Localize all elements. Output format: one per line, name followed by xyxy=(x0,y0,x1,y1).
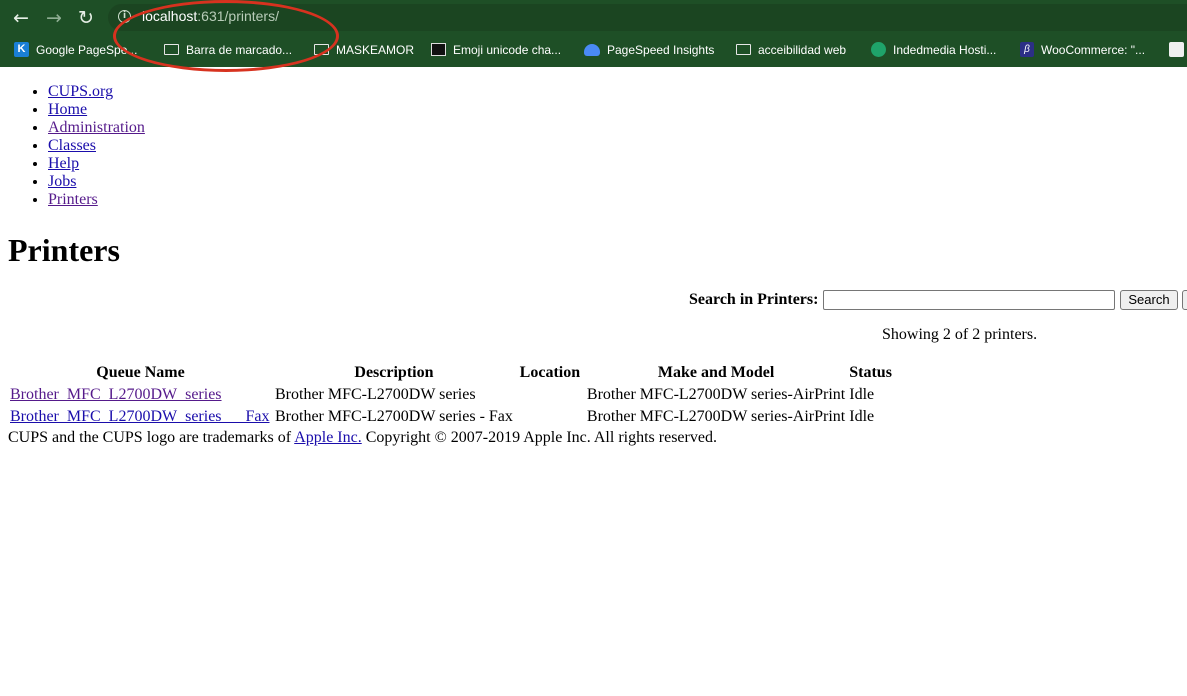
nav-item-jobs: Jobs xyxy=(48,173,145,191)
bookmark-emoji-unicode[interactable]: Emoji unicode cha... xyxy=(431,40,561,60)
folder-icon xyxy=(736,44,751,56)
nav-item-home: Home xyxy=(48,101,145,119)
bookmark-icon xyxy=(1169,42,1184,58)
footer: CUPS and the CUPS logo are trademarks of… xyxy=(8,429,717,447)
location-cell xyxy=(515,406,585,428)
pagespeed-icon xyxy=(584,43,600,56)
nav-link-classes[interactable]: Classes xyxy=(48,137,96,154)
bookmark-acceibilidad-web[interactable]: acceibilidad web xyxy=(736,40,846,60)
woocommerce-icon: β xyxy=(1020,42,1034,58)
queue-link[interactable]: Brother_MFC_L2700DW_series___Fax xyxy=(10,408,270,425)
nav-link-administration[interactable]: Administration xyxy=(48,119,145,136)
column-header-description: Description xyxy=(354,364,434,381)
column-header-location: Location xyxy=(519,364,581,381)
bookmark-overflow[interactable] xyxy=(1169,40,1187,60)
column-header-queue-name: Queue Name xyxy=(96,364,185,381)
k-icon: K xyxy=(14,42,29,58)
folder-icon xyxy=(314,44,329,56)
table-row: Brother_MFC_L2700DW_series___Fax Brother… xyxy=(8,406,894,428)
description-cell: Brother MFC-L2700DW series - Fax xyxy=(275,408,513,425)
back-arrow-icon[interactable]: ← xyxy=(8,5,34,31)
table-header-row: Queue Name Description Location Make and… xyxy=(8,362,894,384)
make-model-cell: Brother MFC-L2700DW series-AirPrint xyxy=(586,386,846,403)
address-url[interactable]: localhost:631/printers/ xyxy=(142,8,279,24)
queue-name-cell: Brother_MFC_L2700DW_series___Fax xyxy=(8,406,273,428)
clear-button[interactable] xyxy=(1182,290,1187,310)
browser-toolbar: ← → ↻ i localhost:631/printers/ xyxy=(0,0,1187,35)
bookmark-maskeamor[interactable]: MASKEAMOR xyxy=(314,40,414,60)
nav-item-administration: Administration xyxy=(48,119,145,137)
nav-link-cups-org[interactable]: CUPS.org xyxy=(48,83,113,100)
bookmark-indedmedia[interactable]: Indedmedia Hosti... xyxy=(871,40,996,60)
page-title: Printers xyxy=(8,232,120,268)
reload-icon[interactable]: ↻ xyxy=(73,5,99,31)
indedmedia-icon xyxy=(871,42,886,58)
nav-link-help[interactable]: Help xyxy=(48,155,79,172)
info-icon[interactable]: i xyxy=(118,10,131,23)
make-model-cell: Brother MFC-L2700DW series-AirPrint xyxy=(586,408,846,425)
bookmark-barra-de-marcado[interactable]: Barra de marcado... xyxy=(164,40,292,60)
nav-item-help: Help xyxy=(48,155,145,173)
queue-name-cell: Brother_MFC_L2700DW_series xyxy=(8,384,273,406)
address-bar[interactable]: i localhost:631/printers/ xyxy=(108,4,1187,31)
bookmark-pagespeed-insights[interactable]: PageSpeed Insights xyxy=(584,40,714,60)
location-cell xyxy=(515,384,585,406)
showing-count: Showing 2 of 2 printers. xyxy=(882,326,1038,343)
queue-link[interactable]: Brother_MFC_L2700DW_series xyxy=(10,386,222,403)
status-cell: Idle xyxy=(849,386,875,403)
nav-item-classes: Classes xyxy=(48,137,145,155)
column-header-make-and-model: Make and Model xyxy=(657,364,775,381)
folder-icon xyxy=(164,44,179,56)
footer-text-suffix: Copyright © 2007-2019 Apple Inc. All rig… xyxy=(361,429,717,446)
table-row: Brother_MFC_L2700DW_series Brother MFC-L… xyxy=(8,384,894,406)
description-cell: Brother MFC-L2700DW series xyxy=(275,386,476,403)
nav-item-cups-org: CUPS.org xyxy=(48,83,145,101)
printers-table: Queue Name Description Location Make and… xyxy=(8,362,894,428)
search-input[interactable] xyxy=(823,290,1115,310)
status-cell: Idle xyxy=(849,408,875,425)
terminal-icon xyxy=(431,43,446,57)
search-button[interactable]: Search xyxy=(1120,290,1178,310)
search-label: Search in Printers: xyxy=(689,291,819,308)
bookmarks-bar: K Google PageSpe... Barra de marcado... M… xyxy=(0,37,1187,63)
nav-link-jobs[interactable]: Jobs xyxy=(48,173,76,190)
footer-text-prefix: CUPS and the CUPS logo are trademarks of xyxy=(8,429,295,446)
nav-link-printers[interactable]: Printers xyxy=(48,191,98,208)
nav-link-home[interactable]: Home xyxy=(48,101,87,118)
column-header-status: Status xyxy=(849,364,892,381)
nav-item-printers: Printers xyxy=(48,191,145,209)
forward-arrow-icon[interactable]: → xyxy=(41,5,67,31)
bookmark-google-pagespeed[interactable]: K Google PageSpe... xyxy=(14,40,137,60)
apple-inc-link[interactable]: Apple Inc. xyxy=(294,429,362,446)
cups-nav: CUPS.org Home Administration Classes Hel… xyxy=(48,83,145,209)
bookmark-woocommerce[interactable]: β WooCommerce: "... xyxy=(1020,40,1145,60)
browser-chrome: ← → ↻ i localhost:631/printers/ K Google … xyxy=(0,0,1187,67)
